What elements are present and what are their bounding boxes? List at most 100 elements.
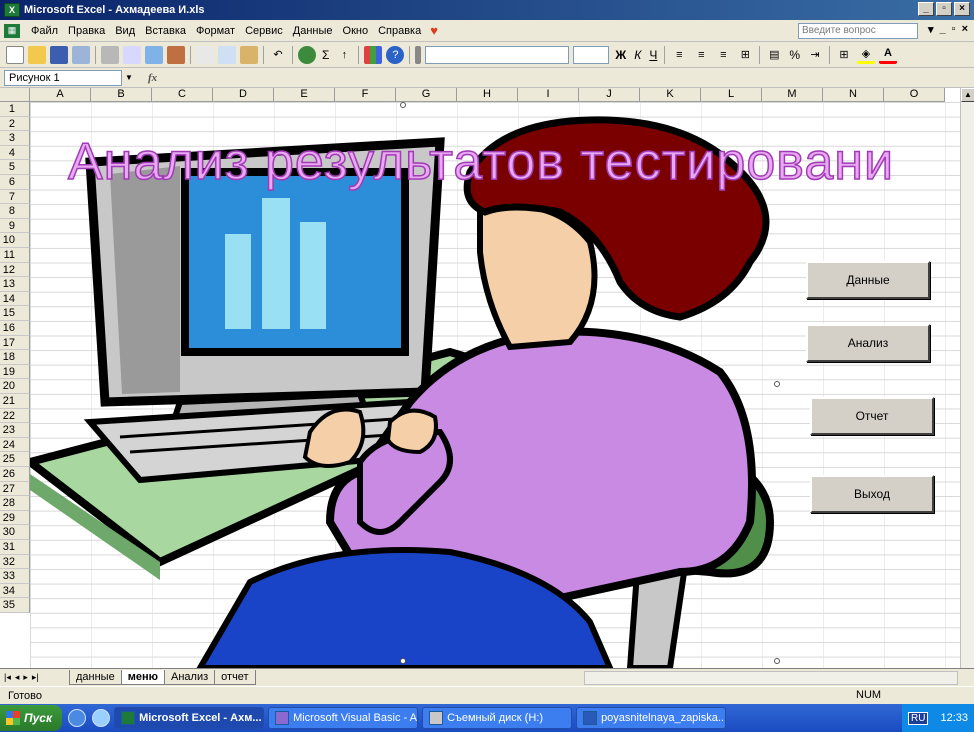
research-icon[interactable] xyxy=(167,45,185,64)
copy-icon[interactable] xyxy=(218,45,236,64)
clipart-picture[interactable]: Анализ результатов тестировани xyxy=(21,102,960,668)
column-header[interactable]: C xyxy=(152,88,213,102)
first-sheet-icon[interactable]: |◂ xyxy=(4,672,11,683)
row-header[interactable]: 8 xyxy=(0,204,30,219)
resize-handle[interactable] xyxy=(774,381,780,387)
function-icon[interactable]: fx xyxy=(148,72,157,84)
menu-file[interactable]: Файл xyxy=(26,25,63,37)
doc-restore-button[interactable]: ▫ xyxy=(952,23,956,36)
spelling-icon[interactable] xyxy=(145,45,163,64)
row-header[interactable]: 18 xyxy=(0,350,30,365)
name-box[interactable]: Рисунок 1 xyxy=(4,69,122,86)
resize-handle[interactable] xyxy=(400,658,406,664)
cut-icon[interactable] xyxy=(196,45,214,64)
column-header[interactable]: J xyxy=(579,88,640,102)
row-header[interactable]: 26 xyxy=(0,467,30,482)
row-header[interactable]: 16 xyxy=(0,321,30,336)
row-header[interactable]: 32 xyxy=(0,554,30,570)
column-header[interactable]: H xyxy=(457,88,518,102)
column-header[interactable]: E xyxy=(274,88,335,102)
row-header[interactable]: 11 xyxy=(0,248,30,263)
last-sheet-icon[interactable]: ▸| xyxy=(32,672,39,683)
row-header[interactable]: 29 xyxy=(0,510,30,526)
task-removable-disk[interactable]: Съемный диск (H:) xyxy=(422,707,573,729)
row-header[interactable]: 30 xyxy=(0,525,30,540)
preview-icon[interactable] xyxy=(123,45,141,64)
next-sheet-icon[interactable]: ▸ xyxy=(23,672,28,683)
data-button[interactable]: Данные xyxy=(806,261,930,299)
select-all-corner[interactable] xyxy=(0,88,30,102)
autosum-button[interactable]: Σ xyxy=(322,48,329,62)
name-box-dropdown-icon[interactable]: ▼ xyxy=(122,73,136,82)
new-icon[interactable] xyxy=(6,45,24,64)
close-button[interactable]: × xyxy=(954,2,970,16)
menu-insert[interactable]: Вставка xyxy=(140,25,191,37)
ask-question-input[interactable]: Введите вопрос xyxy=(798,23,918,39)
row-header[interactable]: 24 xyxy=(0,437,30,453)
row-header[interactable]: 34 xyxy=(0,583,30,599)
excel-app-icon[interactable]: X xyxy=(4,3,20,17)
column-header[interactable]: L xyxy=(701,88,762,102)
column-header[interactable]: B xyxy=(91,88,152,102)
row-header[interactable]: 33 xyxy=(0,569,30,584)
print-icon[interactable] xyxy=(101,45,119,64)
row-header[interactable]: 13 xyxy=(0,277,30,292)
row-header[interactable]: 27 xyxy=(0,481,30,497)
percent-button[interactable]: % xyxy=(789,48,800,62)
row-header[interactable]: 14 xyxy=(0,291,30,307)
menu-tools[interactable]: Сервис xyxy=(240,25,288,37)
row-header[interactable]: 9 xyxy=(0,218,30,234)
column-header[interactable]: N xyxy=(823,88,884,102)
row-header[interactable]: 23 xyxy=(0,423,30,438)
fill-color-icon[interactable]: ◈ xyxy=(857,46,876,64)
row-header[interactable]: 2 xyxy=(0,116,30,132)
row-header[interactable]: 31 xyxy=(0,540,30,555)
save-icon[interactable] xyxy=(50,45,68,64)
font-size-combo[interactable] xyxy=(573,45,610,64)
internet-explorer-icon[interactable] xyxy=(68,709,87,727)
column-header[interactable]: G xyxy=(396,88,457,102)
merge-center-icon[interactable]: ⊞ xyxy=(736,46,754,64)
tab-data[interactable]: данные xyxy=(69,670,122,685)
align-left-icon[interactable]: ≡ xyxy=(670,46,688,64)
menu-data[interactable]: Данные xyxy=(288,25,338,37)
prev-sheet-icon[interactable]: ◂ xyxy=(15,672,20,683)
row-header[interactable]: 28 xyxy=(0,496,30,511)
menu-window[interactable]: Окно xyxy=(338,25,374,37)
analysis-button[interactable]: Анализ xyxy=(806,324,930,362)
row-header[interactable]: 6 xyxy=(0,175,30,190)
menu-view[interactable]: Вид xyxy=(110,25,140,37)
task-excel[interactable]: Microsoft Excel - Ахм... xyxy=(114,707,265,729)
horizontal-scrollbar[interactable] xyxy=(584,671,958,685)
row-header[interactable]: 1 xyxy=(0,102,30,117)
bold-button[interactable]: Ж xyxy=(615,48,626,62)
italic-button[interactable]: К xyxy=(634,48,641,62)
row-header[interactable]: 7 xyxy=(0,189,30,205)
row-header[interactable]: 17 xyxy=(0,335,30,351)
maximize-button[interactable]: ▫ xyxy=(936,2,952,16)
toolbar-grip-icon[interactable] xyxy=(415,45,422,64)
column-header[interactable]: A xyxy=(30,88,91,102)
undo-icon[interactable]: ↶ xyxy=(269,46,287,64)
row-header[interactable]: 10 xyxy=(0,233,30,248)
doc-minimize-button[interactable]: _ xyxy=(940,23,946,36)
task-word-doc[interactable]: poyasnitelnaya_zapiska.... xyxy=(576,707,727,729)
borders-icon[interactable]: ⊞ xyxy=(835,46,853,64)
indent-icon[interactable]: ⇥ xyxy=(806,46,824,64)
menu-help[interactable]: Справка xyxy=(373,25,426,37)
row-header[interactable]: 22 xyxy=(0,408,30,424)
column-header[interactable]: M xyxy=(762,88,823,102)
menu-edit[interactable]: Правка xyxy=(63,25,110,37)
tab-report[interactable]: отчет xyxy=(214,670,256,685)
minimize-button[interactable]: _ xyxy=(918,2,934,16)
row-header[interactable]: 15 xyxy=(0,306,30,321)
menu-format[interactable]: Формат xyxy=(191,25,240,37)
ask-dropdown-icon[interactable]: ▾ xyxy=(928,23,934,36)
underline-button[interactable]: Ч xyxy=(649,48,657,62)
help-icon[interactable]: ? xyxy=(386,45,405,64)
document-icon[interactable]: ▦ xyxy=(4,23,20,38)
language-indicator[interactable]: RU xyxy=(908,711,929,725)
row-header[interactable]: 4 xyxy=(0,145,30,161)
chart-wizard-icon[interactable] xyxy=(364,45,383,64)
column-header[interactable]: O xyxy=(884,88,945,102)
